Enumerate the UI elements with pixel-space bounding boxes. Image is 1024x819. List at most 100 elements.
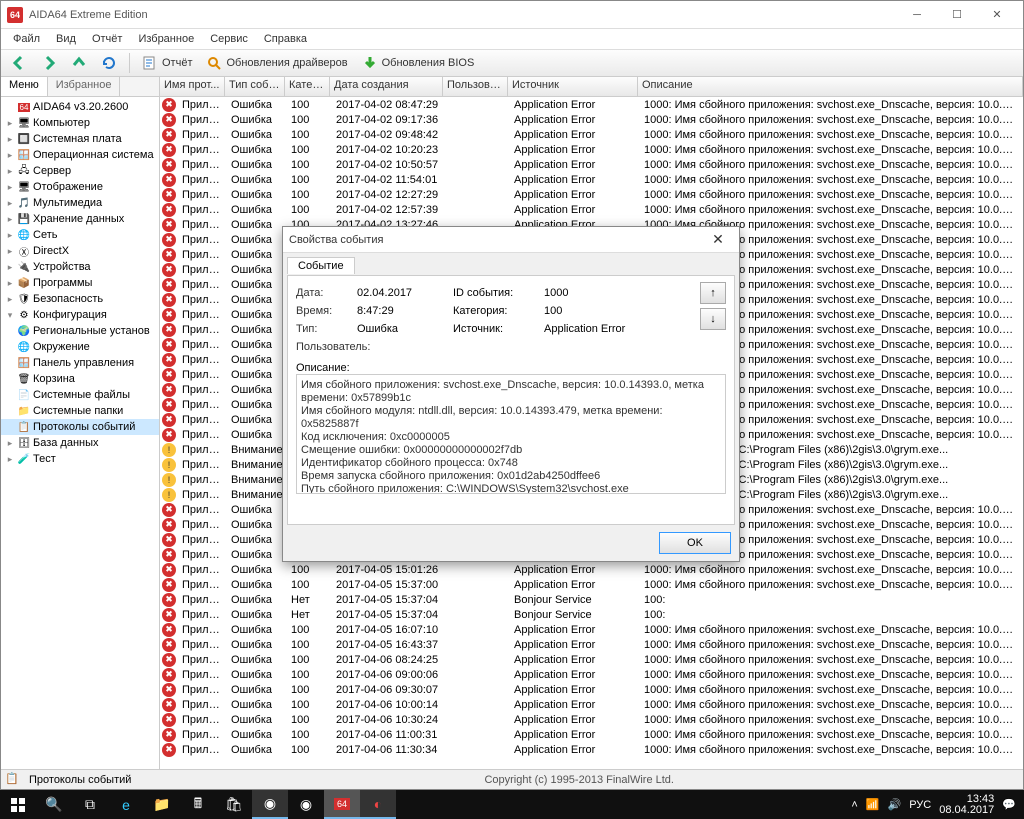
tree-node[interactable]: ▸🎵Мультимедиа [1, 195, 159, 211]
tree-node[interactable]: 🪟Панель управления [1, 355, 159, 371]
tab-menu[interactable]: Меню [1, 77, 48, 96]
col-header[interactable]: Описание [638, 77, 1023, 96]
ok-button[interactable]: OK [659, 532, 731, 554]
table-row[interactable]: ✖Прилож...Ошибка1002017-04-05 16:43:37Ap… [160, 637, 1023, 652]
calc-icon[interactable]: 🖩 [180, 790, 216, 819]
dialog-titlebar[interactable]: Свойства события ✕ [283, 227, 739, 253]
tree-node[interactable]: ▸🪟Операционная система [1, 147, 159, 163]
titlebar[interactable]: 64 AIDA64 Extreme Edition ─ ☐ ✕ [1, 1, 1023, 29]
menu-Файл[interactable]: Файл [5, 31, 48, 47]
table-row[interactable]: ✖Прилож...Ошибка1002017-04-06 09:30:07Ap… [160, 682, 1023, 697]
next-event-button[interactable]: ↓ [700, 308, 726, 330]
tree-node[interactable]: ▸🛡Безопасность [1, 291, 159, 307]
tray-sound-icon[interactable]: 🔊 [888, 798, 902, 811]
tree-node[interactable]: 📋Протоколы событий [1, 419, 159, 435]
tray-time[interactable]: 13:43 [939, 794, 994, 805]
aida64-icon[interactable]: 64 [324, 790, 360, 819]
explorer-icon[interactable]: 📁 [144, 790, 180, 819]
tree-node[interactable]: 64AIDA64 v3.20.2600 [1, 99, 159, 115]
table-row[interactable]: ✖Прилож...Ошибка1002017-04-06 11:00:31Ap… [160, 727, 1023, 742]
menu-Справка[interactable]: Справка [256, 31, 315, 47]
start-button[interactable] [0, 790, 36, 819]
table-row[interactable]: ✖Прилож...Ошибка1002017-04-06 08:24:25Ap… [160, 652, 1023, 667]
nav-fwd-button[interactable] [35, 52, 63, 74]
tray-lang[interactable]: РУС [909, 799, 931, 811]
tray-up-icon[interactable]: ˄ [851, 799, 857, 811]
tray[interactable]: ˄ 📶 🔊 РУС 13:43 08.04.2017 💬 [843, 794, 1024, 816]
tree-node[interactable]: ▾⚙Конфигурация [1, 307, 159, 323]
edge-icon[interactable]: e [108, 790, 144, 819]
table-row[interactable]: ✖Прилож...ОшибкаНет2017-04-05 15:37:04Bo… [160, 592, 1023, 607]
minimize-button[interactable]: ─ [897, 1, 937, 29]
menu-Отчёт[interactable]: Отчёт [84, 31, 130, 47]
nav-back-button[interactable] [5, 52, 33, 74]
col-header[interactable]: Катего... [285, 77, 330, 96]
refresh-button[interactable] [95, 52, 123, 74]
col-header[interactable]: Пользоват... [443, 77, 508, 96]
tree-node[interactable]: ▸🌐Сеть [1, 227, 159, 243]
col-header[interactable]: Имя прот... [160, 77, 225, 96]
bios-updates-button[interactable]: Обновления BIOS [356, 52, 481, 74]
tray-date[interactable]: 08.04.2017 [939, 805, 994, 816]
col-header[interactable]: Тип событ... [225, 77, 285, 96]
table-row[interactable]: ✖Прилож...Ошибка1002017-04-05 15:01:26Ap… [160, 562, 1023, 577]
tree-node[interactable]: ▸🗄База данных [1, 435, 159, 451]
table-row[interactable]: ✖Прилож...Ошибка1002017-04-05 15:37:00Ap… [160, 577, 1023, 592]
table-row[interactable]: ✖Прилож...Ошибка1002017-04-06 09:00:06Ap… [160, 667, 1023, 682]
store-icon[interactable]: 🛍 [216, 790, 252, 819]
driver-updates-button[interactable]: Обновления драйверов [200, 52, 353, 74]
tree-node[interactable]: 🗑Корзина [1, 371, 159, 387]
menu-Вид[interactable]: Вид [48, 31, 84, 47]
search-icon[interactable]: 🔍 [36, 790, 72, 819]
dialog-close-button[interactable]: ✕ [703, 231, 733, 248]
taskbar[interactable]: 🔍 ⧉ e 📁 🖩 🛍 ◉ ◉ 64 ◐ ˄ 📶 🔊 РУС 13:43 08.… [0, 790, 1024, 819]
tree-node[interactable]: ▸🖥Компьютер [1, 115, 159, 131]
tree-node[interactable]: ▸ⓍDirectX [1, 243, 159, 259]
grid-header[interactable]: Имя прот...Тип событ...Катего...Дата соз… [160, 77, 1023, 97]
desc-textarea[interactable]: Имя сбойного приложения: svchost.exe_Dns… [296, 374, 726, 494]
prev-event-button[interactable]: ↑ [700, 282, 726, 304]
nav-up-button[interactable] [65, 52, 93, 74]
tree-node[interactable]: 🌐Окружение [1, 339, 159, 355]
maximize-button[interactable]: ☐ [937, 1, 977, 29]
table-row[interactable]: ✖Прилож...Ошибка1002017-04-02 08:47:29Ap… [160, 97, 1023, 112]
dialog-tab-event[interactable]: Событие [287, 257, 355, 274]
menu-Сервис[interactable]: Сервис [202, 31, 256, 47]
table-row[interactable]: ✖Прилож...ОшибкаНет2017-04-05 15:37:04Bo… [160, 607, 1023, 622]
chrome-icon[interactable]: ◉ [252, 790, 288, 819]
table-row[interactable]: ✖Прилож...Ошибка1002017-04-06 10:30:24Ap… [160, 712, 1023, 727]
tree-node[interactable]: ▸💾Хранение данных [1, 211, 159, 227]
app-icon-red[interactable]: ◐ [360, 790, 396, 819]
table-row[interactable]: ✖Прилож...Ошибка1002017-04-06 11:30:34Ap… [160, 742, 1023, 757]
col-header[interactable]: Дата создания [330, 77, 443, 96]
taskview-icon[interactable]: ⧉ [72, 790, 108, 819]
tray-wifi-icon[interactable]: 📶 [866, 798, 880, 811]
close-button[interactable]: ✕ [977, 1, 1017, 29]
chrome2-icon[interactable]: ◉ [288, 790, 324, 819]
report-button[interactable]: Отчёт [136, 52, 198, 74]
tree-node[interactable]: ▸🔲Системная плата [1, 131, 159, 147]
table-row[interactable]: ✖Прилож...Ошибка1002017-04-02 10:20:23Ap… [160, 142, 1023, 157]
tree-node[interactable]: 🌍Региональные установ [1, 323, 159, 339]
table-row[interactable]: ✖Прилож...Ошибка1002017-04-02 09:48:42Ap… [160, 127, 1023, 142]
tab-favorites[interactable]: Избранное [48, 77, 121, 96]
tree-node[interactable]: ▸🧪Тест [1, 451, 159, 467]
table-row[interactable]: ✖Прилож...Ошибка1002017-04-02 11:54:01Ap… [160, 172, 1023, 187]
event-properties-dialog[interactable]: Свойства события ✕ Событие ↑ ↓ Дата: 02.… [282, 226, 740, 562]
table-row[interactable]: ✖Прилож...Ошибка1002017-04-05 16:07:10Ap… [160, 622, 1023, 637]
menu-Избранное[interactable]: Избранное [130, 31, 202, 47]
table-row[interactable]: ✖Прилож...Ошибка1002017-04-02 12:27:29Ap… [160, 187, 1023, 202]
tree-node[interactable]: ▸🖥Отображение [1, 179, 159, 195]
col-header[interactable]: Источник [508, 77, 638, 96]
tree-node[interactable]: 📁Системные папки [1, 403, 159, 419]
tree-node[interactable]: ▸📦Программы [1, 275, 159, 291]
nav-tree[interactable]: 64AIDA64 v3.20.2600▸🖥Компьютер▸🔲Системна… [1, 97, 159, 769]
table-row[interactable]: ✖Прилож...Ошибка1002017-04-02 12:57:39Ap… [160, 202, 1023, 217]
table-row[interactable]: ✖Прилож...Ошибка1002017-04-02 10:50:57Ap… [160, 157, 1023, 172]
tree-node[interactable]: ▸🔌Устройства [1, 259, 159, 275]
table-row[interactable]: ✖Прилож...Ошибка1002017-04-02 09:17:36Ap… [160, 112, 1023, 127]
tray-notif-icon[interactable]: 💬 [1002, 798, 1016, 811]
tree-node[interactable]: ▸🖧Сервер [1, 163, 159, 179]
table-row[interactable]: ✖Прилож...Ошибка1002017-04-06 10:00:14Ap… [160, 697, 1023, 712]
tree-node[interactable]: 📄Системные файлы [1, 387, 159, 403]
